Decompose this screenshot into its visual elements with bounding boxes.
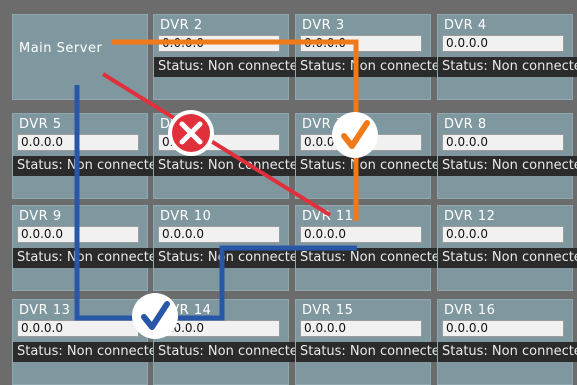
ip-field[interactable]: 0.0.0.0: [442, 320, 564, 337]
dvr-cell-9[interactable]: DVR 9 0.0.0.0 Status: Non connected: [12, 205, 159, 291]
ip-field[interactable]: 0.0.0.0: [300, 35, 422, 52]
ip-field[interactable]: 0.0.0.0: [442, 134, 564, 151]
ip-field[interactable]: 0.0.0.0: [17, 134, 139, 151]
dvr-label: DVR 2: [160, 18, 203, 33]
status-text: Status: Non connected: [438, 248, 577, 268]
ip-field[interactable]: 0.0.0.0: [442, 35, 564, 52]
ip-field[interactable]: 0.0.0.0: [158, 226, 280, 243]
ip-field[interactable]: 0.0.0.0: [300, 320, 422, 337]
status-text: Status: Non connected: [438, 156, 577, 176]
dvr-cell-4[interactable]: DVR 4 0.0.0.0 Status: Non connected: [437, 14, 577, 100]
status-text: Status: Non connected: [296, 57, 442, 77]
dvr-label: DVR 12: [444, 209, 496, 224]
ip-field[interactable]: 0.0.0.0: [300, 226, 422, 243]
dvr-label: DVR 16: [444, 303, 496, 318]
dvr-cell-12[interactable]: DVR 12 0.0.0.0 Status: Non connected: [437, 205, 577, 291]
dvr-label: DVR 14: [160, 303, 212, 318]
status-text: Status: Non connected: [438, 57, 577, 77]
dvr-label: DVR 15: [302, 303, 354, 318]
dvr-label: DVR 9: [19, 209, 62, 224]
dvr-cell-5[interactable]: DVR 5 0.0.0.0 Status: Non connected: [12, 113, 159, 199]
status-text: Status: Non connected: [13, 156, 159, 176]
dvr-label: DVR 11: [302, 209, 354, 224]
dvr-cell-8[interactable]: DVR 8 0.0.0.0 Status: Non connected: [437, 113, 577, 199]
status-text: Status: Non connected: [438, 342, 577, 362]
dvr-label: DVR 3: [302, 18, 345, 33]
dvr-grid: Main Server DVR 2 0.0.0.0 Status: Non co…: [0, 0, 577, 385]
ip-field[interactable]: 0.0.0.0: [158, 35, 280, 52]
main-server-label: Main Server: [19, 41, 103, 56]
dvr-cell-6[interactable]: DVR 6 0.0.0.0 Status: Non connected: [153, 113, 300, 199]
ip-field[interactable]: 0.0.0.0: [442, 226, 564, 243]
dvr-cell-3[interactable]: DVR 3 0.0.0.0 Status: Non connected: [295, 14, 442, 100]
dvr-label: DVR 4: [444, 18, 487, 33]
status-text: Status: Non connected: [154, 156, 300, 176]
dvr-cell-13[interactable]: DVR 13 0.0.0.0 Status: Non connected: [12, 299, 159, 385]
ip-field[interactable]: 0.0.0.0: [17, 226, 139, 243]
status-text: Status: Non connected: [13, 248, 159, 268]
status-text: Status: Non connected: [13, 342, 159, 362]
ip-field[interactable]: 0.0.0.0: [158, 320, 280, 337]
dvr-cell-7[interactable]: DVR 7 0.0.0.0 Status: Non connected: [295, 113, 442, 199]
dvr-label: DVR 13: [19, 303, 71, 318]
status-text: Status: Non connected: [154, 57, 300, 77]
dvr-cell-11[interactable]: DVR 11 0.0.0.0 Status: Non connected: [295, 205, 442, 291]
dvr-cell-15[interactable]: DVR 15 0.0.0.0 Status: Non connected: [295, 299, 442, 385]
dvr-cell-14[interactable]: DVR 14 0.0.0.0 Status: Non connected: [153, 299, 300, 385]
dvr-label: DVR 5: [19, 117, 62, 132]
dvr-cell-10[interactable]: DVR 10 0.0.0.0 Status: Non connected: [153, 205, 300, 291]
status-text: Status: Non connected: [296, 342, 442, 362]
ip-field[interactable]: 0.0.0.0: [17, 320, 139, 337]
status-text: Status: Non connected: [154, 248, 300, 268]
dvr-cell-16[interactable]: DVR 16 0.0.0.0 Status: Non connected: [437, 299, 577, 385]
status-text: Status: Non connected: [296, 156, 442, 176]
ip-field[interactable]: 0.0.0.0: [300, 134, 422, 151]
dvr-label: DVR 6: [160, 117, 203, 132]
dvr-cell-2[interactable]: DVR 2 0.0.0.0 Status: Non connected: [153, 14, 300, 100]
dvr-label: DVR 7: [302, 117, 345, 132]
ip-field[interactable]: 0.0.0.0: [158, 134, 280, 151]
main-server-cell[interactable]: Main Server: [12, 14, 148, 100]
dvr-label: DVR 10: [160, 209, 212, 224]
status-text: Status: Non connected: [154, 342, 300, 362]
dvr-label: DVR 8: [444, 117, 487, 132]
status-text: Status: Non connected: [296, 248, 442, 268]
